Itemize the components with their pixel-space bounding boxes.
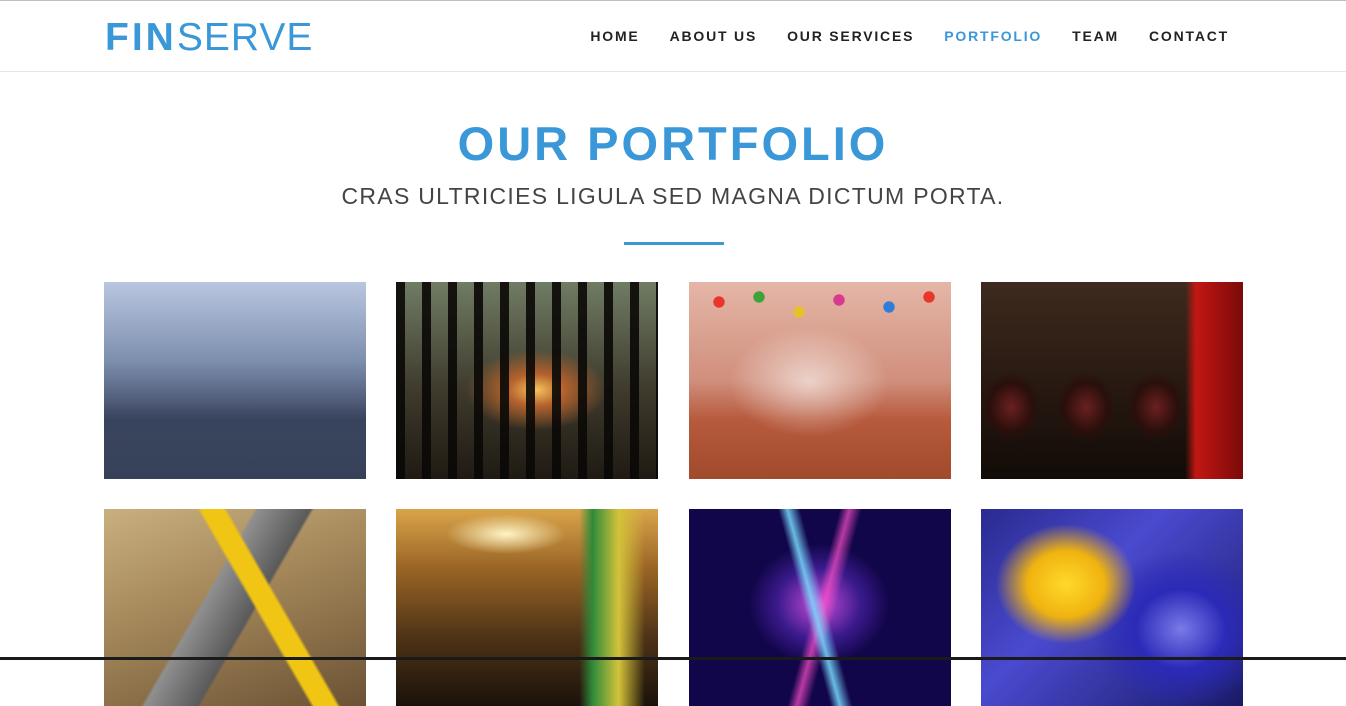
portfolio-subtitle: CRAS ULTRICIES LIGULA SED MAGNA DICTUM P… [341,183,1005,209]
nav-portfolio[interactable]: PORTFOLIO [944,28,1042,44]
title-divider [624,242,724,245]
portfolio-item-measuring-tools[interactable]: measuring-tape-tools [104,509,366,706]
nav-team[interactable]: TEAM [1072,28,1119,44]
portfolio-item-balloon-party[interactable]: balloon-party-hall [689,282,951,479]
nav-contact[interactable]: CONTACT [1149,28,1229,44]
brand-logo[interactable]: FINSERVE [105,16,314,59]
navbar: FINSERVE HOME ABOUT US OUR SERVICES PORT… [0,1,1346,72]
nav-our-services[interactable]: OUR SERVICES [787,28,914,44]
portfolio-item-light-burst[interactable]: abstract-light-burst [689,509,951,706]
nav-about-us[interactable]: ABOUT US [670,28,758,44]
brand-logo-bold: FIN [105,16,177,59]
portfolio-item-street-exhibition[interactable]: street-photo-exhibition [104,282,366,479]
main-menu: HOME ABOUT US OUR SERVICES PORTFOLIO TEA… [560,28,1229,44]
portfolio-item-wine-barrels[interactable]: wine-barrels-cellar [981,282,1243,479]
nav-home[interactable]: HOME [590,28,639,44]
portfolio-title: OUR PORTFOLIO [457,117,889,170]
portfolio-item-mall-escalator[interactable]: shopping-mall-escalator [396,509,658,706]
portfolio-item-forest-sunset[interactable]: forest-sunset [396,282,658,479]
portfolio-item-daffodil[interactable]: yellow-daffodil [981,509,1243,706]
brand-logo-light: SERVE [176,16,314,59]
